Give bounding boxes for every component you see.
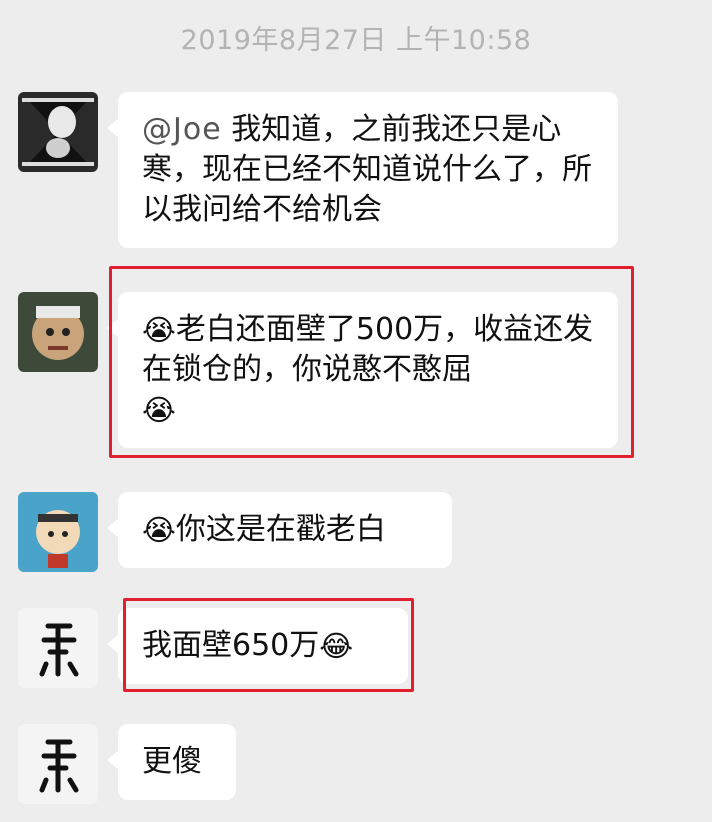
avatar[interactable] [18,724,98,804]
message-bubble[interactable]: 😭老白还面壁了500万，收益还发在锁仓的，你说憨不憨屈 😭 [107,292,618,448]
crying-emoji-icon: 😭 [142,393,176,427]
message-bubble[interactable]: 😭你这是在戳老白 [107,492,452,568]
mention-text[interactable]: @Joe [142,112,222,147]
message-timestamp: 2019年8月27日 上午10:58 [180,25,532,56]
avatar-photo-icon [18,92,98,172]
avatar[interactable] [18,92,98,172]
crying-emoji-icon: 😭 [142,513,176,547]
chat-screen: 2019年8月27日 上午10:58 @Joe 我知道，之前我还只是心寒，现在已… [0,0,712,822]
avatar[interactable] [18,608,98,688]
message-bubble[interactable]: 我面壁650万😂 [107,608,408,684]
crying-emoji-icon: 😭 [142,313,176,347]
message-text: 我面壁650万 [142,628,320,663]
message-text: 更傻 [142,744,202,779]
message-bubble[interactable]: 更傻 [107,724,236,800]
message-text: 你这是在戳老白 [175,512,386,547]
avatar-calligraphy-icon [18,608,98,688]
avatar[interactable] [18,492,98,572]
avatar[interactable] [18,292,98,372]
avatar-calligraphy-icon [18,724,98,804]
tears-of-joy-emoji-icon: 😂 [319,629,354,663]
message-bubble[interactable]: @Joe 我知道，之前我还只是心寒，现在已经不知道说什么了，所以我问给不给机会 [107,92,618,248]
avatar-cartoon-icon [18,492,98,572]
avatar-cartoon-icon [18,292,98,372]
message-text: 老白还面壁了500万，收益还发在锁仓的，你说憨不憨屈 [142,312,594,387]
